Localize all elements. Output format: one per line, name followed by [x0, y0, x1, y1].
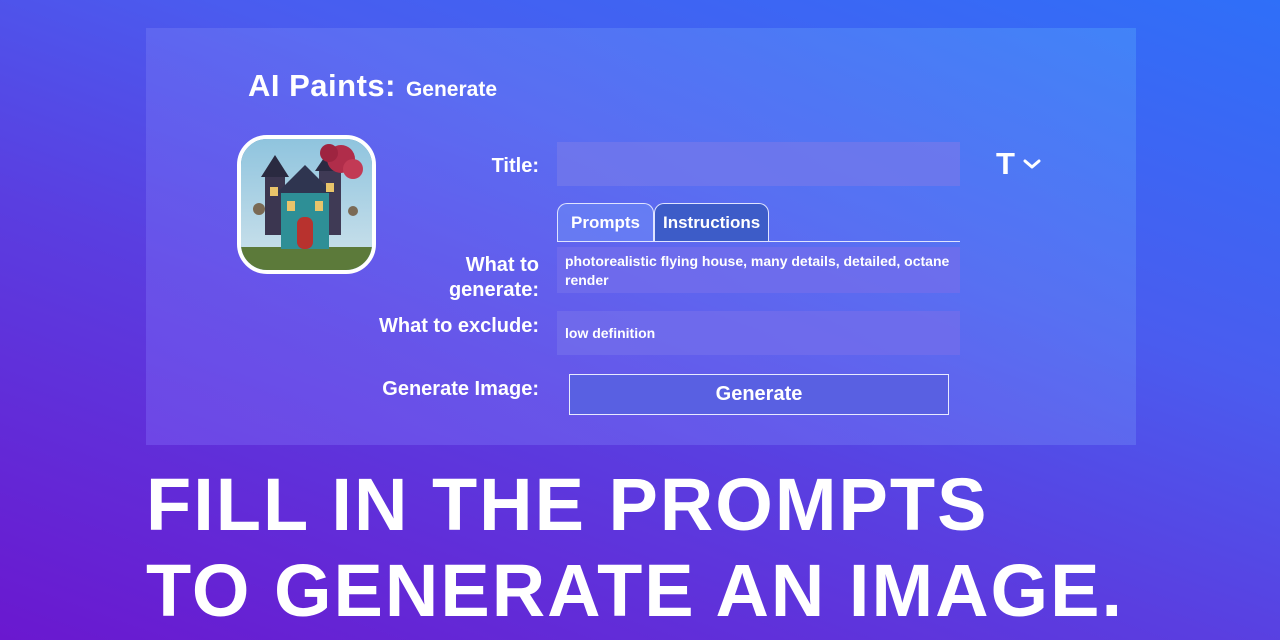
- app-logo-image: [237, 135, 376, 274]
- generate-image-label: Generate Image:: [382, 378, 539, 400]
- tab-instructions[interactable]: Instructions: [653, 203, 770, 241]
- title-input[interactable]: [557, 142, 960, 186]
- headline: FILL IN THE PROMPTS TO GENERATE AN IMAGE…: [146, 462, 1124, 634]
- prompt-tabs: Prompts Instructions: [557, 203, 960, 242]
- text-format-dropdown[interactable]: T: [996, 146, 1041, 182]
- page-title: Generate: [405, 78, 498, 101]
- generate-prompt-label: What to generate:: [449, 253, 539, 303]
- app-name: AI Paints:: [248, 68, 396, 103]
- headline-line2: TO GENERATE AN IMAGE.: [146, 549, 1125, 632]
- app-panel: AI Paints: Generate Title: T Prompts Ins…: [146, 28, 1136, 445]
- generate-prompt-label-line2: generate:: [448, 279, 539, 301]
- chevron-down-icon: [1023, 159, 1041, 169]
- exclude-prompt-label: What to exclude:: [378, 315, 539, 337]
- flying-house-illustration: [241, 139, 372, 270]
- exclude-prompt-field[interactable]: low definition: [557, 311, 960, 355]
- app-title: AI Paints: Generate: [248, 68, 497, 104]
- headline-line1: FILL IN THE PROMPTS: [146, 463, 989, 546]
- generate-prompt-field[interactable]: photorealistic flying house, many detail…: [557, 247, 960, 293]
- tab-prompts[interactable]: Prompts: [557, 203, 654, 241]
- text-tool-icon: T: [996, 146, 1015, 181]
- generate-prompt-label-line1: What to: [465, 254, 539, 276]
- generate-button[interactable]: Generate: [569, 374, 949, 415]
- title-label: Title:: [491, 155, 539, 177]
